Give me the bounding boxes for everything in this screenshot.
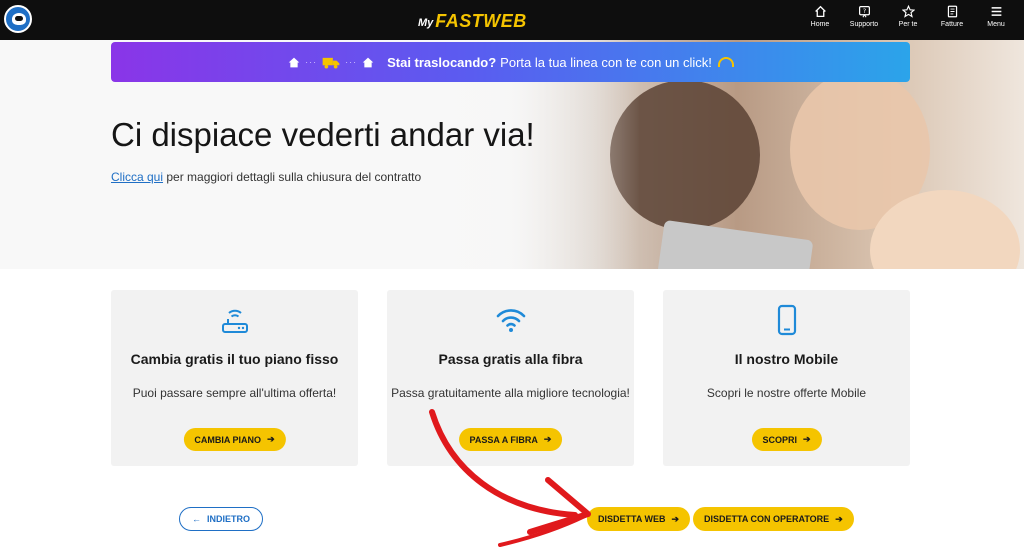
card-title: Passa gratis alla fibra bbox=[438, 351, 583, 367]
fastweb-logo[interactable]: My FASTWEB bbox=[418, 8, 527, 32]
nav-item-menu[interactable]: Menu bbox=[974, 5, 1018, 37]
hero-photo-tablet bbox=[656, 219, 814, 269]
arrow-left-icon: ← bbox=[192, 514, 201, 524]
disdetta-operatore-button[interactable]: DISDETTA CON OPERATORE ➔ bbox=[693, 507, 854, 531]
button-label: SCOPRI bbox=[762, 434, 797, 445]
button-label: DISDETTA CON OPERATORE bbox=[704, 514, 830, 524]
card-mobile: Il nostro Mobile Scopri le nostre offert… bbox=[663, 290, 910, 466]
card-description: Scopri le nostre offerte Mobile bbox=[706, 386, 867, 400]
button-label: PASSA A FIBRA bbox=[469, 434, 538, 445]
arrow-right-icon: ➔ bbox=[671, 513, 680, 524]
nav-item-fatture[interactable]: Fatture bbox=[930, 5, 974, 37]
subtitle-text: per maggiori dettagli sulla chiusura del… bbox=[163, 170, 422, 184]
passa-a-fibra-button[interactable]: PASSA A FIBRA ➔ bbox=[458, 428, 563, 451]
top-bar: My FASTWEB Home ? Supporto Per te Fattur… bbox=[0, 0, 1024, 40]
nav-item-per-te[interactable]: Per te bbox=[886, 5, 930, 37]
card-description: Passa gratuitamente alla migliore tecnol… bbox=[391, 386, 630, 400]
nav-label-fatture: Fatture bbox=[940, 21, 964, 28]
logo-text: FASTWEB bbox=[435, 11, 527, 31]
star-icon bbox=[901, 5, 915, 18]
smartphone-icon bbox=[771, 304, 803, 336]
speed-gauge-icon bbox=[717, 57, 734, 67]
page-subtitle: Clicca qui per maggiori dettagli sulla c… bbox=[111, 170, 421, 184]
nav-item-supporto[interactable]: ? Supporto bbox=[842, 5, 886, 37]
banner-title: Stai traslocando? bbox=[387, 54, 497, 70]
nav-label-menu: Menu bbox=[987, 21, 1005, 28]
dots-separator: ··· bbox=[345, 57, 358, 67]
home-icon bbox=[814, 5, 826, 18]
card-passa-fibra: Passa gratis alla fibra Passa gratuitame… bbox=[387, 290, 634, 466]
back-button[interactable]: ← INDIETRO bbox=[179, 507, 264, 531]
page-title: Ci dispiace vederti andar via! bbox=[111, 116, 535, 153]
card-description: Puoi passare sempre all'ultima offerta! bbox=[132, 386, 337, 400]
button-label: CAMBIA PIANO bbox=[194, 434, 262, 445]
logo-prefix: My bbox=[418, 17, 434, 29]
cambia-piano-button[interactable]: CAMBIA PIANO ➔ bbox=[183, 428, 286, 451]
menu-icon bbox=[991, 7, 1001, 16]
moving-banner[interactable]: ··· ··· Stai traslocando? Porta la tua l… bbox=[111, 42, 910, 82]
avatar[interactable] bbox=[4, 5, 32, 33]
button-label: INDIETRO bbox=[207, 514, 251, 524]
card-title: Il nostro Mobile bbox=[734, 351, 839, 367]
button-label: DISDETTA WEB bbox=[598, 514, 666, 524]
details-link[interactable]: Clicca qui bbox=[111, 170, 163, 184]
top-nav: Home ? Supporto Per te Fatture Menu bbox=[798, 5, 1018, 37]
svg-text:?: ? bbox=[862, 7, 865, 15]
card-title: Cambia gratis il tuo piano fisso bbox=[130, 351, 339, 367]
home-icon bbox=[288, 57, 300, 67]
arrow-right-icon: ➔ bbox=[802, 434, 811, 444]
arrow-right-icon: ➔ bbox=[543, 434, 552, 444]
scopri-button[interactable]: SCOPRI ➔ bbox=[751, 428, 822, 451]
banner-icons: ··· ··· bbox=[287, 56, 375, 69]
disdetta-web-button[interactable]: DISDETTA WEB ➔ bbox=[587, 507, 691, 531]
banner-text: Porta la tua linea con te con un click! bbox=[500, 54, 712, 70]
invoice-icon bbox=[947, 5, 957, 18]
arrow-right-icon: ➔ bbox=[267, 434, 275, 444]
nav-label-supporto: Supporto bbox=[849, 21, 879, 28]
card-cambia-piano: Cambia gratis il tuo piano fisso Puoi pa… bbox=[111, 290, 358, 466]
truck-icon bbox=[322, 57, 340, 69]
avatar-eyes bbox=[15, 16, 23, 21]
home-icon bbox=[362, 57, 374, 67]
nav-label-per-te: Per te bbox=[898, 21, 918, 28]
wifi-icon bbox=[495, 304, 527, 336]
nav-label-home: Home bbox=[810, 21, 830, 28]
nav-item-home[interactable]: Home bbox=[798, 5, 842, 37]
support-icon: ? bbox=[858, 6, 870, 18]
router-icon bbox=[219, 304, 251, 336]
arrow-right-icon: ➔ bbox=[835, 513, 843, 524]
dots-separator: ··· bbox=[305, 57, 318, 67]
